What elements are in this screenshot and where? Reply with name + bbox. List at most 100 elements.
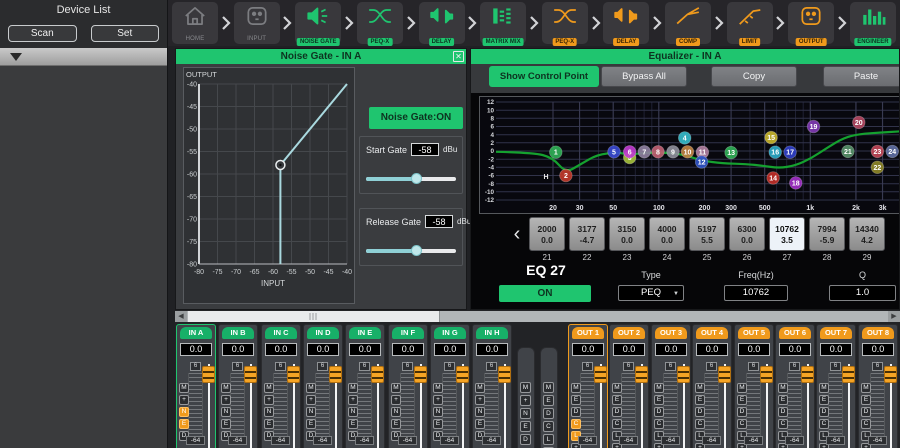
channel-button-out-8-m[interactable]: M — [861, 383, 871, 393]
eq-point-14[interactable]: 14 — [767, 172, 780, 185]
fader-thumb[interactable] — [594, 366, 607, 383]
channel-button-out-8-d[interactable]: D — [861, 407, 871, 417]
channel-button-out-2-e[interactable]: E — [612, 395, 622, 405]
channel-label-out-2[interactable]: OUT 2 — [613, 327, 645, 339]
eq-point-18[interactable]: 18 — [790, 177, 803, 190]
channel-value[interactable]: 0.0 — [392, 343, 424, 356]
master-1-button--[interactable]: + — [520, 395, 531, 406]
eq-band-button-28[interactable]: 7994-5.9 — [809, 217, 845, 251]
channel-button-in-h--[interactable]: + — [475, 395, 485, 405]
toolbar-item-4-delay[interactable]: DELAY — [419, 2, 465, 44]
channel-button-out-4-d[interactable]: D — [695, 407, 705, 417]
channel-button-out-4-m[interactable]: M — [695, 383, 705, 393]
eq-point-8[interactable]: 8 — [652, 146, 665, 159]
eq-point-22[interactable]: 22 — [871, 161, 884, 174]
eq-point-19[interactable]: 19 — [807, 120, 820, 133]
noise-gate-curve[interactable]: -40-45-50-55-60-65-70-75-80-80-75-70-65-… — [184, 68, 354, 303]
channel-button-out-8-c[interactable]: C — [861, 419, 871, 429]
master-2-button-l[interactable]: L — [543, 434, 554, 445]
channel-value[interactable]: 0.0 — [862, 343, 894, 356]
freq-field[interactable]: 10762 — [724, 285, 788, 301]
paste-button[interactable]: Paste — [823, 66, 900, 87]
eq-on-button[interactable]: ON — [499, 285, 591, 302]
channel-value[interactable]: 0.0 — [476, 343, 508, 356]
master-2-button-d[interactable]: D — [543, 408, 554, 419]
channel-button-in-g-m[interactable]: M — [433, 383, 443, 393]
channel-button-in-d-e[interactable]: E — [306, 419, 316, 429]
channel-value[interactable]: 0.0 — [222, 343, 254, 356]
noise-gate-graph[interactable]: -40-45-50-55-60-65-70-75-80-80-75-70-65-… — [183, 67, 355, 304]
channel-button-out-4-e[interactable]: E — [695, 395, 705, 405]
channel-button-in-f--[interactable]: + — [391, 395, 401, 405]
scrollbar-thumb[interactable] — [188, 311, 440, 322]
channel-button-in-c-e[interactable]: E — [264, 419, 274, 429]
channel-button-out-1-e[interactable]: E — [571, 395, 581, 405]
channel-button-out-3-c[interactable]: C — [654, 419, 664, 429]
channel-button-in-b-e[interactable]: E — [221, 419, 231, 429]
eq-band-button-24[interactable]: 40000.0 — [649, 217, 685, 251]
fader-thumb[interactable] — [456, 366, 469, 383]
set-button[interactable]: Set — [91, 25, 160, 42]
channel-value[interactable]: 0.0 — [779, 343, 811, 356]
eq-point-20[interactable]: 20 — [853, 116, 866, 129]
channel-value[interactable]: 0.0 — [820, 343, 852, 356]
eq-band-button-23[interactable]: 31500.0 — [609, 217, 645, 251]
channel-button-in-e--[interactable]: + — [348, 395, 358, 405]
toolbar-item-5-matrix-mix[interactable]: MATRIX MIX — [480, 2, 526, 44]
channel-label-in-c[interactable]: IN C — [265, 327, 297, 339]
channel-button-in-a-m[interactable]: M — [179, 383, 189, 393]
noise-gate-on-button[interactable]: Noise Gate:ON — [369, 107, 463, 129]
toolbar-item-6-peq-x[interactable]: PEQ-X — [542, 2, 588, 44]
eq-point-7[interactable]: 7 — [638, 146, 651, 159]
q-field[interactable]: 1.0 — [829, 285, 896, 301]
fader-thumb[interactable] — [498, 366, 511, 383]
channel-button-out-7-e[interactable]: E — [819, 395, 829, 405]
master-2-button-c[interactable]: C — [543, 421, 554, 432]
channel-button-out-1-m[interactable]: M — [571, 383, 581, 393]
toolbar-item-7-delay[interactable]: DELAY — [603, 2, 649, 44]
channel-button-in-h-n[interactable]: N — [475, 407, 485, 417]
channel-value[interactable]: 0.0 — [265, 343, 297, 356]
channel-label-out-6[interactable]: OUT 6 — [779, 327, 811, 339]
eq-point-23[interactable]: 23 — [871, 145, 884, 158]
fader-thumb[interactable] — [329, 366, 342, 383]
type-dropdown[interactable]: PEQ▼ — [618, 285, 684, 301]
scan-button[interactable]: Scan — [8, 25, 77, 42]
channel-button-in-e-n[interactable]: N — [348, 407, 358, 417]
channel-button-in-f-n[interactable]: N — [391, 407, 401, 417]
fader-thumb[interactable] — [635, 366, 648, 383]
channel-label-in-f[interactable]: IN F — [392, 327, 424, 339]
channel-value[interactable]: 0.0 — [434, 343, 466, 356]
channel-button-in-g-e[interactable]: E — [433, 419, 443, 429]
channel-button-out-8-e[interactable]: E — [861, 395, 871, 405]
channel-value[interactable]: 0.0 — [307, 343, 339, 356]
toolbar-item-8-comp[interactable]: COMP — [665, 2, 711, 44]
channel-label-in-a[interactable]: IN A — [180, 327, 212, 339]
channel-button-in-c-m[interactable]: M — [264, 383, 274, 393]
channel-label-in-h[interactable]: IN H — [476, 327, 508, 339]
eq-point-6[interactable]: 6 — [623, 146, 636, 159]
channel-button-out-3-m[interactable]: M — [654, 383, 664, 393]
channel-label-out-4[interactable]: OUT 4 — [696, 327, 728, 339]
channel-button-in-c-n[interactable]: N — [264, 407, 274, 417]
channel-button-out-6-m[interactable]: M — [778, 383, 788, 393]
eq-point-17[interactable]: 17 — [784, 146, 797, 159]
eq-band-button-25[interactable]: 51975.5 — [689, 217, 725, 251]
channel-button-out-3-d[interactable]: D — [654, 407, 664, 417]
channel-button-out-1-d[interactable]: D — [571, 407, 581, 417]
start-gate-value[interactable]: -58 — [411, 143, 439, 156]
fader-thumb[interactable] — [287, 366, 300, 383]
channel-button-in-d--[interactable]: + — [306, 395, 316, 405]
toolbar-item-3-peq-x[interactable]: PEQ-X — [357, 2, 403, 44]
channel-value[interactable]: 0.0 — [696, 343, 728, 356]
eq-band-button-26[interactable]: 63000.0 — [729, 217, 765, 251]
channel-button-in-b--[interactable]: + — [221, 395, 231, 405]
channel-button-out-2-m[interactable]: M — [612, 383, 622, 393]
channel-value[interactable]: 0.0 — [655, 343, 687, 356]
channel-value[interactable]: 0.0 — [349, 343, 381, 356]
master-1-button-n[interactable]: N — [520, 408, 531, 419]
master-1-button-m[interactable]: M — [520, 382, 531, 393]
channel-button-out-3-e[interactable]: E — [654, 395, 664, 405]
channel-button-in-d-n[interactable]: N — [306, 407, 316, 417]
gate-threshold-handle[interactable] — [276, 161, 285, 170]
